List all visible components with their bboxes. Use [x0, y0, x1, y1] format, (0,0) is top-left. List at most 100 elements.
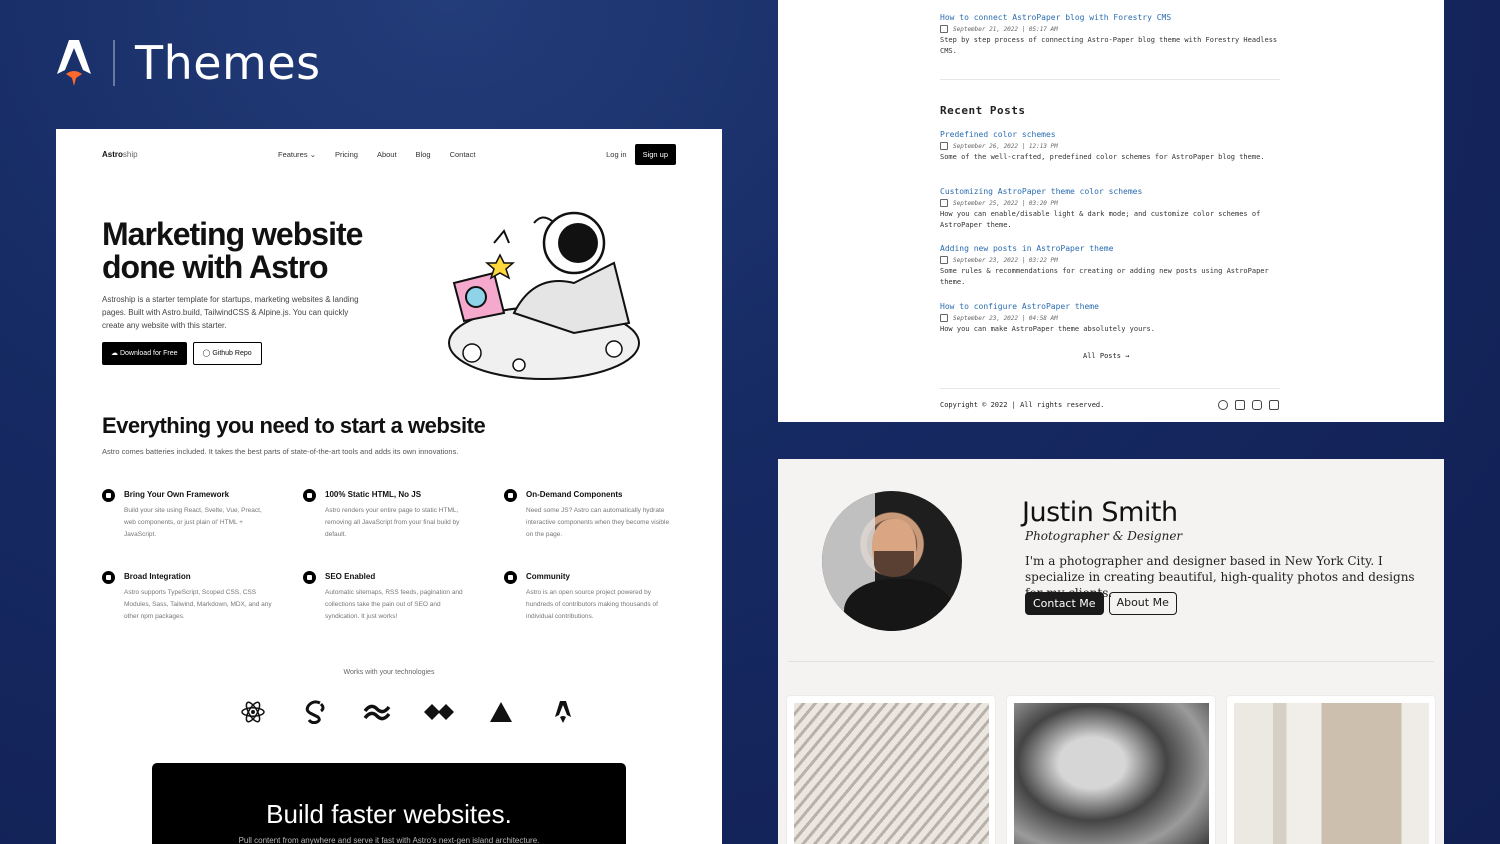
post-date: September 23, 2022 | 04:58 AM: [953, 314, 1058, 322]
divider: [940, 79, 1280, 80]
nav-blog[interactable]: Blog: [416, 150, 431, 159]
chevron-down-icon: ⌄: [309, 149, 316, 159]
feature-title: Broad Integration: [124, 572, 191, 581]
react-icon: [222, 697, 284, 727]
instagram-icon[interactable]: [1252, 400, 1262, 410]
post-title-link[interactable]: Adding new posts in AstroPaper theme: [940, 244, 1285, 253]
features-section-title: Everything you need to start a website: [102, 413, 486, 438]
community-icon: [504, 571, 517, 584]
post-title-link[interactable]: Customizing AstroPaper theme color schem…: [940, 187, 1285, 196]
astropaper-preview: How to connect AstroPaper blog with Fore…: [778, 0, 1444, 422]
feature-title: 100% Static HTML, No JS: [325, 490, 422, 499]
astroship-preview: Astroship Features ⌄ Pricing About Blog …: [56, 129, 722, 844]
download-button[interactable]: ☁ Download for Free: [102, 342, 187, 365]
post-description: How you can enable/disable light & dark …: [940, 210, 1261, 229]
brand-divider: [113, 40, 115, 86]
vercel-icon: [470, 697, 532, 727]
astroship-navbar: Astroship Features ⌄ Pricing About Blog …: [102, 143, 676, 165]
astroship-nav-links: Features ⌄ Pricing About Blog Contact: [278, 150, 475, 159]
nav-pricing[interactable]: Pricing: [335, 150, 358, 159]
calendar-icon: [940, 256, 948, 264]
copyright-text: Copyright © 2022 | All rights reserved.: [940, 401, 1105, 409]
astro-icon: [532, 697, 594, 727]
feature-description: Astro is an open source project powered …: [526, 589, 658, 620]
post-item: Customizing AstroPaper theme color schem…: [940, 187, 1285, 231]
framework-icon: [102, 489, 115, 502]
gallery-tile[interactable]: [1006, 695, 1216, 844]
post-description: Some of the well-crafted, predefined col…: [940, 153, 1265, 161]
portfolio-preview: Justin Smith Photographer & Designer I'm…: [778, 459, 1444, 844]
post-item: Adding new posts in AstroPaper theme Sep…: [940, 244, 1285, 288]
post-item: How to connect AstroPaper blog with Fore…: [940, 13, 1285, 57]
login-link[interactable]: Log in: [606, 150, 626, 159]
gallery-photo: [1014, 703, 1209, 844]
page-title: Themes: [135, 36, 321, 90]
github-repo-button[interactable]: ◯ Github Repo: [192, 342, 262, 365]
profile-role: Photographer & Designer: [1025, 529, 1183, 543]
components-icon: [504, 489, 517, 502]
nav-contact[interactable]: Contact: [450, 150, 476, 159]
gallery-tile[interactable]: [786, 695, 996, 844]
post-item: Predefined color schemes September 26, 2…: [940, 130, 1285, 163]
gallery-tile[interactable]: [1226, 695, 1436, 844]
post-title-link[interactable]: Predefined color schemes: [940, 130, 1285, 139]
gallery-photo: [794, 703, 989, 844]
contact-me-button[interactable]: Contact Me: [1025, 592, 1104, 615]
github-icon[interactable]: [1218, 400, 1228, 410]
nav-features[interactable]: Features ⌄: [278, 150, 316, 159]
seo-icon: [303, 571, 316, 584]
calendar-icon: [940, 314, 948, 322]
post-date: September 21, 2022 | 05:17 AM: [953, 25, 1058, 33]
linkedin-icon[interactable]: [1269, 400, 1279, 410]
feature-title: On-Demand Components: [526, 490, 623, 499]
cta-subtitle: Pull content from anywhere and serve it …: [238, 836, 540, 844]
feature-description: Astro renders your entire page to static…: [325, 507, 460, 538]
hero-title: Marketing website done with Astro: [102, 216, 363, 285]
alpine-icon: [408, 697, 470, 727]
tech-logos: [222, 697, 594, 727]
cta-banner: Build faster websites. Pull content from…: [152, 763, 626, 844]
svelte-icon: [284, 697, 346, 727]
feature-description: Astro supports TypeScript, Scoped CSS, C…: [124, 589, 272, 620]
avatar: [822, 491, 962, 631]
feature-title: Bring Your Own Framework: [124, 490, 230, 499]
facebook-icon[interactable]: [1235, 400, 1245, 410]
feature-description: Build your site using React, Svelte, Vue…: [124, 507, 262, 538]
post-item: How to configure AstroPaper theme Septem…: [940, 302, 1285, 335]
feature-description: Automatic sitemaps, RSS feeds, paginatio…: [325, 589, 463, 620]
all-posts-link[interactable]: All Posts →: [1083, 352, 1129, 360]
post-description: Some rules & recommendations for creatin…: [940, 267, 1269, 286]
nav-about[interactable]: About: [377, 150, 397, 159]
post-date: September 25, 2022 | 03:20 PM: [953, 199, 1058, 207]
feature-description: Need some JS? Astro can automatically hy…: [526, 507, 670, 538]
feature-title: SEO Enabled: [325, 572, 376, 581]
calendar-icon: [940, 199, 948, 207]
astroship-logo[interactable]: Astroship: [102, 150, 138, 159]
html-icon: [303, 489, 316, 502]
social-links: [1218, 400, 1279, 410]
profile-name: Justin Smith: [1022, 497, 1178, 528]
tech-label: Works with your technologies: [343, 669, 435, 676]
hero-description: Astroship is a starter template for star…: [102, 295, 359, 330]
signup-button[interactable]: Sign up: [634, 143, 676, 165]
about-me-button[interactable]: About Me: [1108, 592, 1177, 615]
features-section-description: Astro comes batteries included. It takes…: [102, 447, 459, 456]
integration-icon: [102, 571, 115, 584]
calendar-icon: [940, 142, 948, 150]
post-date: September 23, 2022 | 03:22 PM: [953, 256, 1058, 264]
recent-posts-heading: Recent Posts: [940, 104, 1026, 117]
divider: [788, 661, 1434, 662]
footer-divider: [940, 388, 1280, 389]
tailwind-icon: [346, 697, 408, 727]
post-description: How you can make AstroPaper theme absolu…: [940, 325, 1155, 333]
post-title-link[interactable]: How to configure AstroPaper theme: [940, 302, 1285, 311]
gallery-photo: [1234, 703, 1429, 844]
post-date: September 26, 2022 | 12:13 PM: [953, 142, 1058, 150]
post-title-link[interactable]: How to connect AstroPaper blog with Fore…: [940, 13, 1285, 22]
astro-logo-icon: [57, 40, 91, 86]
astronaut-rocket-illustration: [448, 211, 640, 380]
brand-header: Themes: [55, 36, 321, 90]
post-description: Step by step process of connecting Astro…: [940, 36, 1278, 55]
feature-title: Community: [526, 572, 570, 581]
cta-title: Build faster websites.: [266, 799, 512, 829]
